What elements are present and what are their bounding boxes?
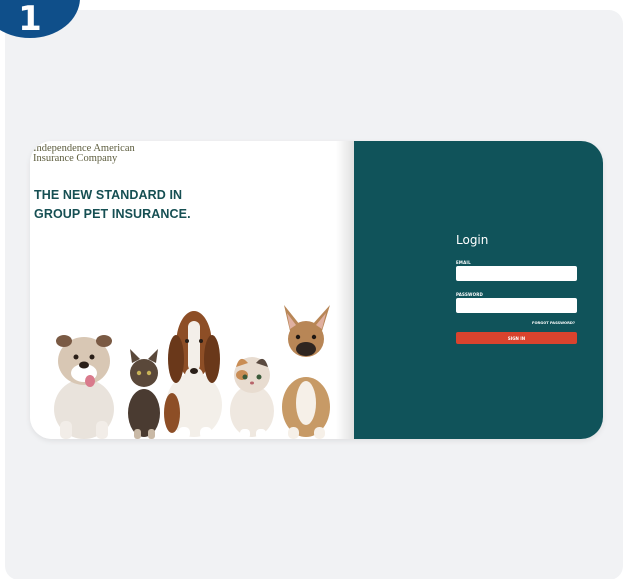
screenshot-stage: 1 Independence American Insurance Compan… (0, 0, 623, 579)
exotic-cat-illustration (230, 357, 274, 439)
company-logo: Independence American Insurance Company (33, 143, 135, 164)
hero-tagline: THE NEW STANDARD IN GROUP PET INSURANCE. (34, 186, 191, 224)
email-field[interactable] (456, 266, 577, 281)
login-title: Login (456, 233, 489, 247)
tabby-kitten-illustration (128, 349, 160, 439)
basset-hound-illustration (164, 311, 222, 439)
sign-in-button[interactable]: SIGN IN (456, 332, 577, 344)
login-card: Independence American Insurance Company … (30, 141, 603, 439)
hero-tagline-line-1: THE NEW STANDARD IN (34, 188, 183, 202)
hero-tagline-line-2: GROUP PET INSURANCE. (34, 207, 191, 221)
company-logo-line-2: Insurance Company (33, 153, 118, 164)
password-field[interactable] (456, 298, 577, 313)
panel-divider-shadow (336, 141, 354, 439)
pets-hero-image (54, 305, 330, 439)
bulldog-illustration (54, 335, 114, 439)
password-label: PASSWORD (456, 292, 484, 297)
email-label: EMAIL (456, 260, 471, 265)
step-number: 1 (18, 0, 42, 39)
french-bulldog-illustration (282, 305, 330, 439)
login-form-panel: Login EMAIL PASSWORD FORGOT PASSWORD? SI… (354, 141, 603, 439)
hero-panel: Independence American Insurance Company … (30, 141, 354, 439)
forgot-password-link[interactable]: FORGOT PASSWORD? (532, 321, 575, 325)
